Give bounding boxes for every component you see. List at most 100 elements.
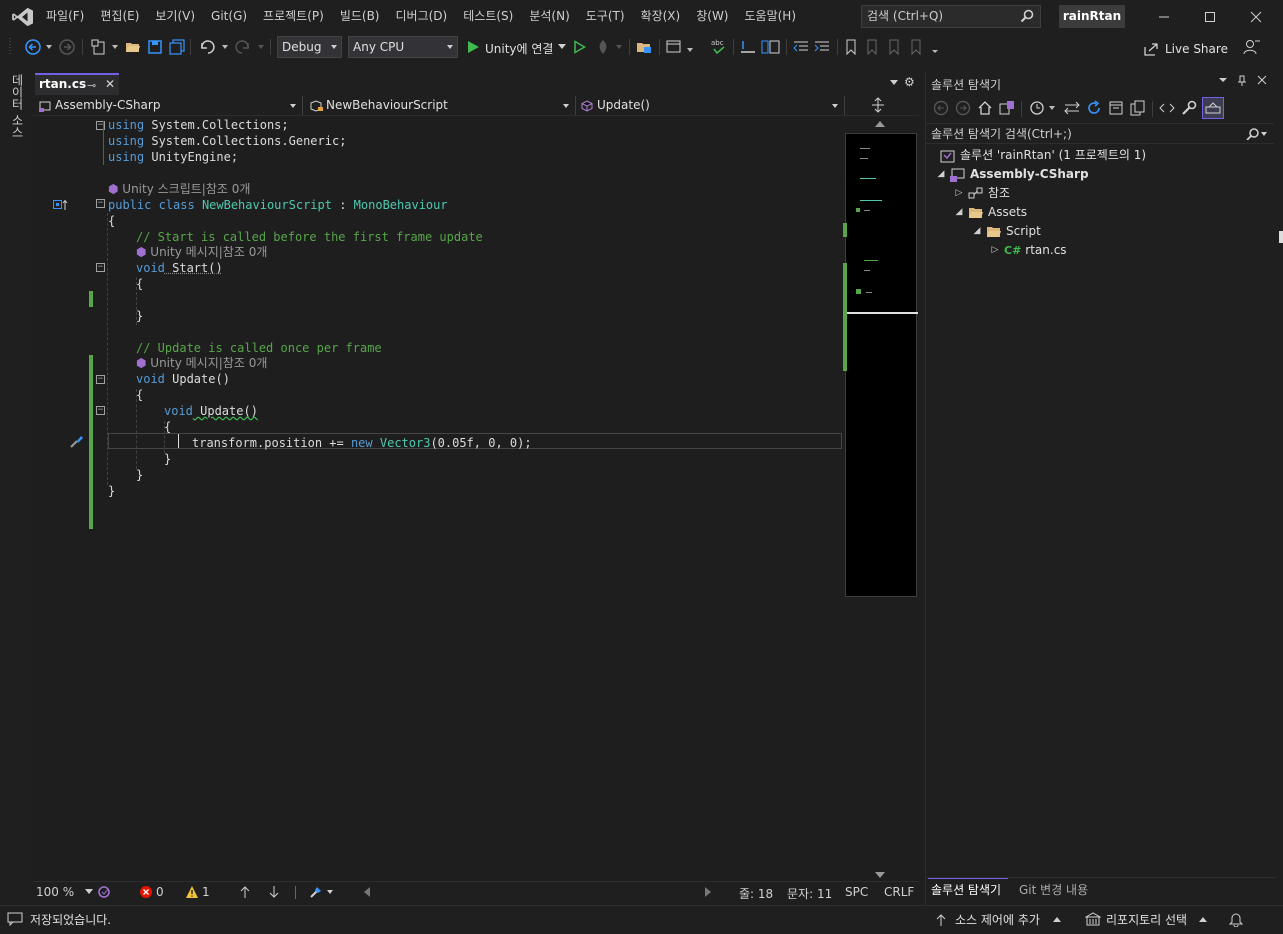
line-number[interactable]: 줄: 18: [739, 885, 773, 902]
menu-debug[interactable]: 디버그(D): [388, 0, 456, 33]
feedback-button[interactable]: [1242, 37, 1262, 57]
collapse-all-button[interactable]: [1107, 98, 1125, 118]
start-target-label[interactable]: Unity에 연결: [485, 40, 553, 57]
split-editor-icon[interactable]: [871, 97, 885, 113]
warning-count[interactable]: 1: [202, 885, 210, 899]
document-tab-rtan-cs[interactable]: rtan.cs ⊸ ✕: [35, 73, 119, 95]
collapse-toggle-icon[interactable]: −: [96, 375, 105, 384]
menu-extensions[interactable]: 확장(X): [633, 0, 689, 33]
chevron-up-icon[interactable]: [1053, 916, 1061, 922]
menu-view[interactable]: 보기(V): [147, 0, 203, 33]
tree-item-rtan-cs[interactable]: ▷ C# rtan.cs: [990, 241, 1067, 260]
tree-item-references[interactable]: ▷ 참조: [954, 184, 1011, 203]
browser-link-button[interactable]: [635, 37, 653, 57]
redo-button[interactable]: [233, 37, 265, 57]
auto-hide-pin-icon[interactable]: [1237, 75, 1247, 87]
select-repository-button[interactable]: 리포지토리 선택: [1106, 911, 1187, 928]
tree-item-project[interactable]: ◢ Assembly-CSharp: [936, 165, 1089, 184]
solution-platform-select[interactable]: Any CPU: [348, 36, 458, 58]
minimize-button[interactable]: [1141, 0, 1187, 33]
menu-project[interactable]: 프로젝트(P): [255, 0, 332, 33]
tab-list-dropdown-icon[interactable]: [890, 80, 898, 85]
member-navigation-select[interactable]: Update(): [577, 96, 845, 115]
clear-bookmarks-button[interactable]: [909, 37, 939, 57]
toggle-bookmark-button[interactable]: [843, 37, 859, 57]
menu-file[interactable]: 파일(F): [38, 0, 92, 33]
expanded-caret-icon[interactable]: ◢: [954, 203, 964, 222]
search-input[interactable]: 검색 (Ctrl+Q): [861, 5, 1041, 28]
expanded-caret-icon[interactable]: ◢: [972, 222, 982, 241]
close-window-button[interactable]: [1233, 0, 1279, 33]
save-button[interactable]: [146, 37, 164, 57]
gear-icon[interactable]: ⚙: [904, 75, 915, 89]
implements-marker-icon[interactable]: [53, 199, 69, 211]
toggle-panel-button[interactable]: [760, 37, 782, 57]
tree-item-script-folder[interactable]: ◢ Script: [972, 222, 1041, 241]
menu-tools[interactable]: 도구(T): [578, 0, 633, 33]
error-icon[interactable]: [139, 885, 153, 899]
home-button[interactable]: [976, 98, 994, 118]
live-share-button[interactable]: Live Share: [1143, 41, 1228, 57]
start-target-dropdown[interactable]: [556, 37, 568, 57]
close-icon[interactable]: [1257, 75, 1267, 85]
expanded-caret-icon[interactable]: ◢: [936, 165, 946, 184]
code-cleanup-icon[interactable]: [97, 885, 111, 899]
data-source-tab[interactable]: 데이터 소스: [10, 74, 26, 138]
next-bookmark-button[interactable]: [887, 37, 903, 57]
tree-item-assets[interactable]: ◢ Assets: [954, 203, 1028, 222]
menu-git[interactable]: Git(G): [203, 0, 255, 33]
tab-git-changes[interactable]: Git 변경 내용: [1019, 881, 1088, 898]
collapse-toggle-icon[interactable]: −: [96, 199, 105, 208]
menu-window[interactable]: 창(W): [688, 0, 736, 33]
scroll-right-icon[interactable]: [705, 887, 711, 897]
indent-button[interactable]: [813, 37, 831, 57]
menu-build[interactable]: 빌드(B): [332, 0, 388, 33]
preview-selected-items-button[interactable]: [1202, 97, 1224, 119]
project-navigation-select[interactable]: Assembly-CSharp: [35, 96, 303, 115]
minimap-view[interactable]: [845, 133, 918, 597]
zoom-dropdown-icon[interactable]: [85, 889, 93, 895]
spell-check-button[interactable]: abc: [708, 37, 730, 57]
undo-button[interactable]: [197, 37, 229, 57]
collapse-toggle-icon[interactable]: −: [96, 263, 105, 272]
switch-views-button[interactable]: [998, 98, 1016, 118]
minimap-scrollbar[interactable]: [843, 117, 919, 881]
collapsed-caret-icon[interactable]: ▷: [990, 241, 1000, 260]
start-without-debugging-button[interactable]: [570, 37, 588, 57]
sync-with-document-button[interactable]: [1063, 98, 1081, 118]
forward-button[interactable]: [954, 98, 972, 118]
outdent-button[interactable]: [792, 37, 810, 57]
solution-explorer-search-input[interactable]: 솔루션 탐색기 검색(Ctrl+;): [926, 123, 1274, 144]
scroll-down-icon[interactable]: [875, 872, 885, 878]
layout-button[interactable]: [665, 37, 695, 57]
refresh-button[interactable]: [1085, 98, 1103, 118]
notifications-bell-icon[interactable]: [1229, 911, 1243, 927]
code-editor[interactable]: − − − − − using System.Collections; usin…: [33, 117, 843, 881]
line-ending-mode[interactable]: CRLF: [884, 885, 914, 899]
next-issue-icon[interactable]: [268, 885, 280, 899]
view-code-button[interactable]: [1158, 98, 1176, 118]
solution-configuration-select[interactable]: Debug: [277, 36, 342, 58]
column-number[interactable]: 문자: 11: [787, 885, 832, 902]
codelens-update[interactable]: ⬢ Unity 메시지|참조 0개: [136, 355, 267, 371]
warning-icon[interactable]: [185, 885, 199, 899]
pin-icon[interactable]: ⊸: [87, 77, 96, 95]
window-position-dropdown-icon[interactable]: [1219, 75, 1227, 85]
menu-edit[interactable]: 편집(E): [92, 0, 147, 33]
chevron-up-icon[interactable]: [1199, 916, 1207, 922]
maximize-button[interactable]: [1187, 0, 1233, 33]
save-all-button[interactable]: [168, 37, 186, 57]
navigate-back-button[interactable]: [24, 37, 54, 57]
quick-actions-screwdriver-icon[interactable]: [69, 433, 85, 449]
tree-item-solution[interactable]: 솔루션 'rainRtan' (1 프로젝트의 1): [940, 146, 1146, 165]
menu-test[interactable]: 테스트(S): [455, 0, 521, 33]
scroll-up-icon[interactable]: [875, 121, 885, 127]
hot-reload-button[interactable]: [594, 37, 624, 57]
collapse-toggle-icon[interactable]: −: [96, 406, 105, 415]
close-tab-icon[interactable]: ✕: [105, 75, 115, 93]
error-count[interactable]: 0: [156, 885, 164, 899]
whitespace-mode[interactable]: SPC: [845, 885, 868, 899]
show-all-files-button[interactable]: [1129, 98, 1147, 118]
quick-fix-broom-icon[interactable]: [309, 885, 337, 899]
new-project-button[interactable]: [90, 37, 120, 57]
